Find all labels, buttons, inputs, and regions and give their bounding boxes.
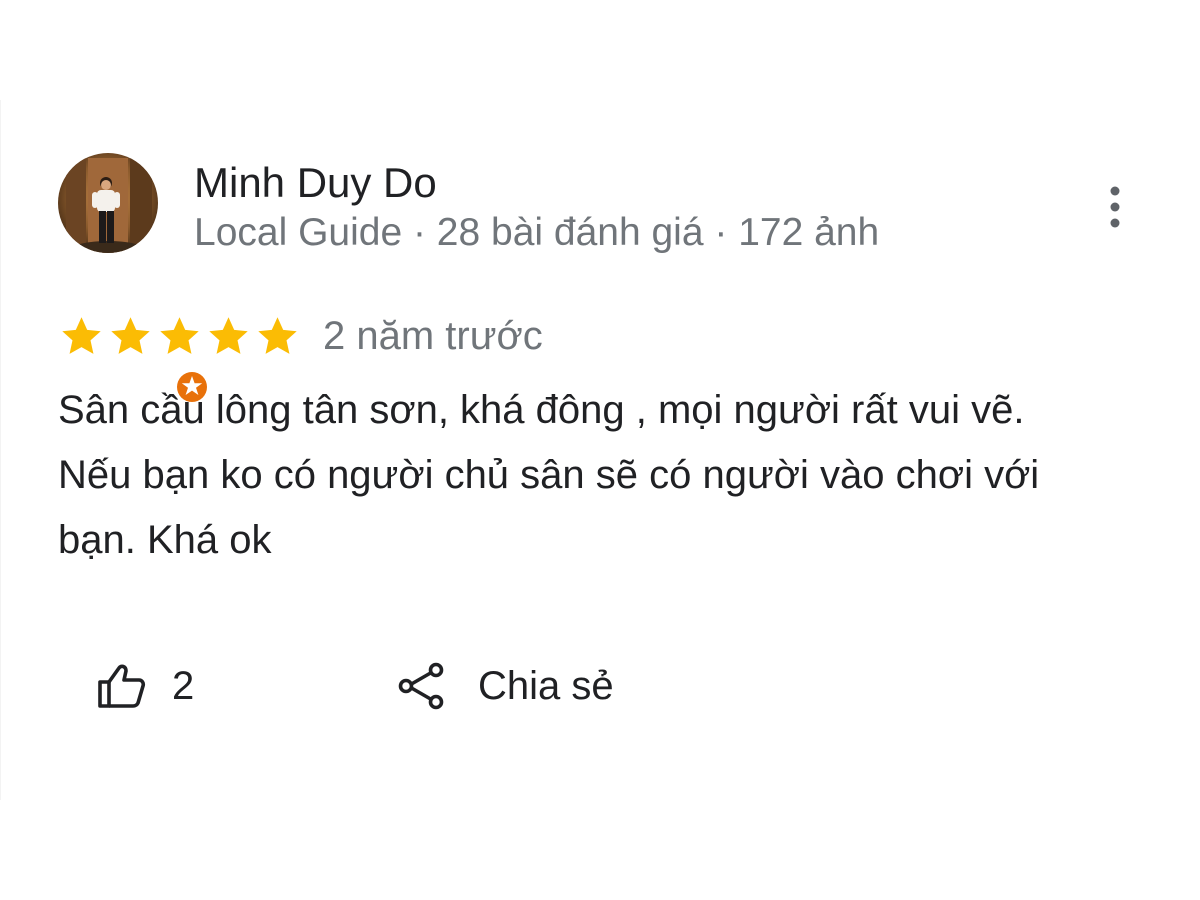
share-label: Chia sẻ <box>478 663 614 708</box>
share-icon <box>398 662 444 710</box>
review-text-line: bạn. Khá ok <box>58 518 272 562</box>
rating-row: 2 năm trước <box>58 310 543 362</box>
review-date: 2 năm trước <box>323 313 543 358</box>
reviewer-meta: Local Guide · 28 bài đánh giá · 172 ảnh <box>194 211 880 254</box>
star-icon <box>258 316 297 354</box>
star-icon <box>111 316 150 354</box>
more-vertical-icon <box>1110 186 1120 228</box>
reviewer-name[interactable]: Minh Duy Do <box>194 158 437 208</box>
star-icon <box>209 316 248 354</box>
review-text-line: Sân cầu lông tân sơn, khá đông , mọi ngư… <box>58 388 1025 432</box>
review-text: Sân cầu lông tân sơn, khá đông , mọi ngư… <box>58 378 1158 573</box>
avatar-photo <box>58 153 158 253</box>
thumbs-up-icon <box>98 664 146 708</box>
review-text-line: Nếu bạn ko có người chủ sân sẽ có người … <box>58 453 1040 497</box>
like-count: 2 <box>172 663 195 708</box>
reviewer-avatar[interactable] <box>58 153 211 406</box>
star-rating <box>58 313 301 360</box>
more-options-button[interactable] <box>1094 182 1136 232</box>
star-icon <box>160 316 199 354</box>
share-button[interactable]: Chia sẻ <box>398 655 614 717</box>
star-icon <box>62 316 101 354</box>
like-button[interactable]: 2 <box>96 655 194 717</box>
